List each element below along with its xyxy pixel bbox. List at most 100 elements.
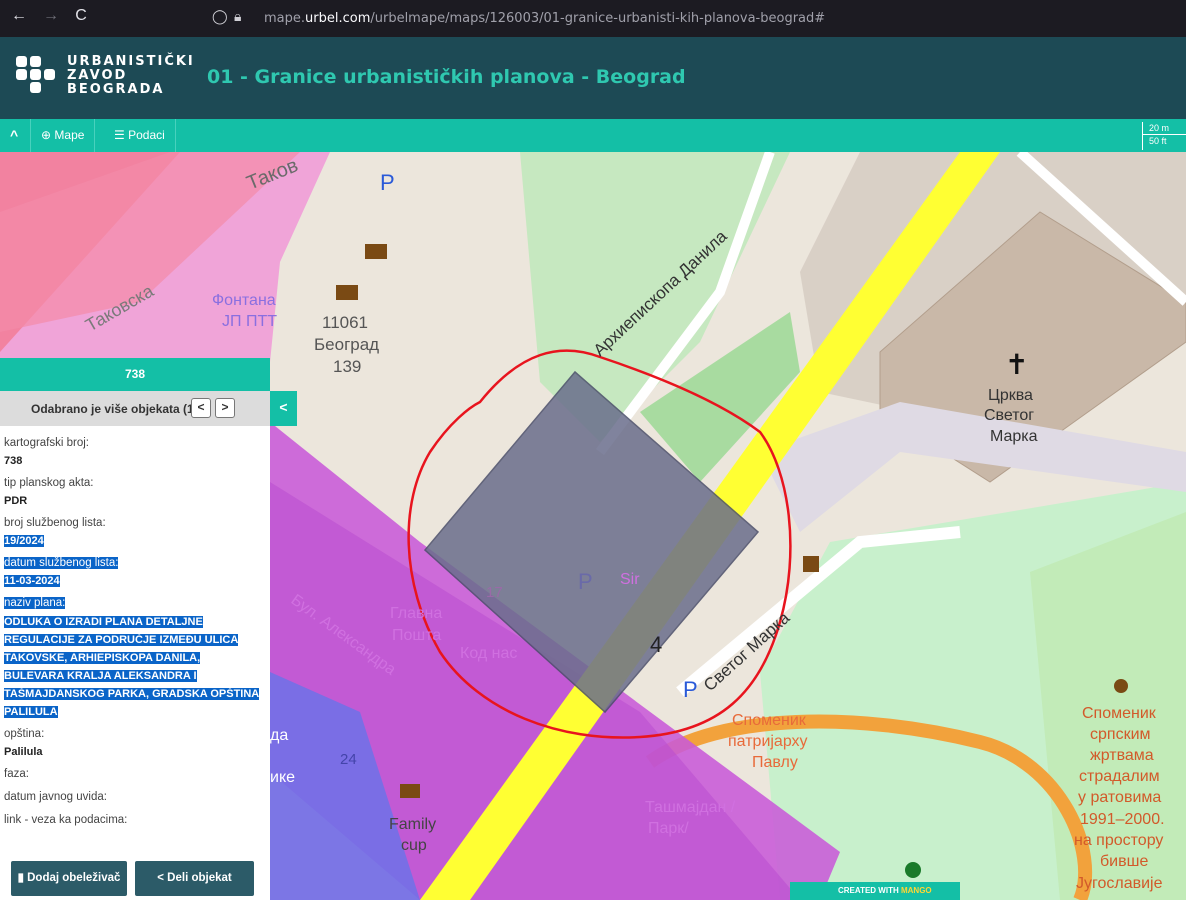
map-label-cross: ✝ (1005, 349, 1028, 380)
chevron-left-icon: < (279, 399, 288, 415)
dog-park-icon (905, 862, 921, 878)
field-kartografski-broj: kartografski broj: 738 (4, 434, 266, 470)
prev-feature-button[interactable]: < (191, 398, 211, 418)
browser-toolbar: ← → C ◯ 🔒︎ mape.urbel.com/urbelmape/maps… (0, 0, 1186, 37)
field-faza: faza: (4, 765, 266, 784)
map-label-crkva2: Светог (984, 407, 1034, 424)
map-label-family2: cup (401, 837, 427, 854)
chevron-left-icon: < (197, 400, 205, 414)
credit-brand: MANGO (900, 886, 932, 895)
chevron-up-icon: ^ (10, 127, 19, 143)
share-icon: < (157, 872, 164, 884)
page-title: 01 - Granice urbanističkih planova - Beo… (207, 66, 686, 88)
map-label-sp-r1: Споменик (1082, 705, 1157, 722)
url-text: mape.urbel.com/urbelmape/maps/126003/01-… (264, 11, 826, 26)
selection-bar: Odabrano je više objekata (1/2) < > (0, 391, 270, 426)
drinking-water-icon (803, 556, 819, 572)
map-label-17: 17 (486, 584, 503, 601)
map-label-kod-nas: Код нас (460, 645, 517, 662)
field-tip-planskog-akta: tip planskog akta: PDR (4, 474, 266, 510)
share-feature-label: Deli objekat (167, 872, 232, 884)
feature-attributes: kartografski broj: 738 tip planskog akta… (4, 434, 266, 834)
map-label-tasmajdan1: Ташмајдан / (645, 799, 736, 816)
field-value: 738 (4, 455, 23, 467)
forward-arrow-icon[interactable]: → (40, 7, 62, 25)
lock-icon: 🔒︎ (234, 9, 242, 25)
map-label-crkva3: Марка (990, 428, 1038, 445)
map-label-sir: Sir (620, 571, 640, 588)
database-icon: ☰ (114, 128, 125, 142)
app-header: URBANISTIČKI ZAVOD BEOGRADA 01 - Granice… (0, 37, 1186, 119)
map-label-crkva1: Црква (988, 387, 1033, 404)
field-label: tip planskog akta: (4, 477, 94, 489)
field-value: PDR (4, 495, 28, 507)
field-datum-javnog-uvida: datum javnog uvida: (4, 788, 266, 807)
map-label-da: да (270, 727, 288, 744)
cafe-icon (400, 784, 420, 798)
next-feature-button[interactable]: > (215, 398, 235, 418)
map-label-family1: Family (389, 816, 436, 833)
field-label: datum javnog uvida: (4, 791, 107, 803)
shield-icon: ◯ (212, 9, 228, 25)
map-label-spomenik1: Споменик (732, 712, 807, 729)
map-label-139: 139 (333, 357, 361, 376)
logo-mark-icon (16, 56, 60, 96)
field-link: link - veza ka podacima: (4, 811, 266, 830)
map-label-sp-r2: српским (1090, 726, 1151, 743)
data-menu-label: Podaci (128, 128, 165, 142)
collapse-panel-button[interactable]: < (270, 391, 297, 426)
field-label: link - veza ka podacima: (4, 814, 128, 826)
selection-count-text: Odabrano je više objekata (1/2) (31, 402, 208, 416)
map-toolbar: ^ ⊕ Mape ☰ Podaci 20 m 50 ft (0, 119, 1186, 152)
map-label-jp-ptt: ЈП ПТТ (222, 313, 277, 330)
mail-icon (365, 244, 387, 259)
field-naziv-plana: naziv plana: ODLUKA O IZRADI PLANA DETAL… (4, 594, 266, 721)
map-label-24: 24 (340, 751, 357, 768)
map-label-sp-r5: у ратовима (1078, 789, 1161, 806)
field-label: faza: (4, 768, 29, 780)
map-label-sp-r7: на простору (1074, 832, 1163, 849)
map-label-4: 4 (650, 632, 662, 657)
reload-icon[interactable]: C (70, 7, 92, 25)
data-menu-button[interactable]: ☰ Podaci (104, 119, 176, 152)
field-broj-sluzbenog-lista: broj službenog lista: 19/2024 (4, 514, 266, 550)
field-label: naziv plana: (4, 597, 66, 609)
bookmark-icon: ▮ (17, 872, 24, 884)
map-label-glavna1: Главна (390, 605, 442, 622)
scale-feet: 50 ft (1149, 136, 1167, 146)
map-label-beograd: Београд (314, 335, 379, 354)
parking-icon: P (578, 569, 593, 594)
map-label-sp-r8: бивше (1100, 853, 1148, 870)
map-scale: 20 m 50 ft (1142, 122, 1186, 150)
field-label: broj službenog lista: (4, 517, 106, 529)
monument-icon (1114, 679, 1128, 693)
field-value: ODLUKA O IZRADI PLANA DETALJNE REGULACIJ… (4, 616, 260, 718)
map-label-spomenik2: патријарху (728, 733, 808, 750)
parking-icon-3: P (683, 677, 698, 702)
add-marker-label: Dodaj obeleživač (27, 872, 121, 884)
back-arrow-icon[interactable]: ← (8, 7, 30, 25)
map-label-fontana: Фонтана (212, 292, 276, 309)
logo-text: URBANISTIČKI ZAVOD BEOGRADA (67, 54, 195, 97)
field-value: Palilula (4, 746, 43, 758)
field-label: opština: (4, 728, 45, 740)
map-label-sp-r9: Југославије (1076, 875, 1163, 892)
parking-icon-2: P (380, 170, 395, 195)
share-feature-button[interactable]: < Deli objekat (135, 861, 254, 896)
map-label-sp-r6: 1991–2000. (1080, 811, 1165, 828)
map-label-sp-r3: жртвама (1090, 747, 1154, 764)
field-label: kartografski broj: (4, 437, 90, 449)
field-label: datum službenog lista: (4, 557, 119, 569)
field-value: 19/2024 (4, 535, 44, 547)
add-marker-button[interactable]: ▮ Dodaj obeleživač (11, 861, 127, 896)
field-value: 11-03-2024 (4, 575, 60, 587)
post-office-icon (336, 285, 358, 300)
maps-menu-button[interactable]: ⊕ Mape (31, 119, 96, 152)
scale-meters: 20 m (1143, 122, 1186, 135)
credit-text: CREATED WITH (838, 886, 899, 895)
created-with-badge[interactable]: CREATED WITH MANGO (790, 882, 960, 900)
address-bar[interactable]: ◯ 🔒︎ mape.urbel.com/urbelmape/maps/12600… (200, 5, 1186, 32)
collapse-header-button[interactable]: ^ (0, 119, 31, 152)
field-datum-sluzbenog-lista: datum službenog lista: 11-03-2024 (4, 554, 266, 590)
globe-icon: ⊕ (41, 128, 52, 142)
